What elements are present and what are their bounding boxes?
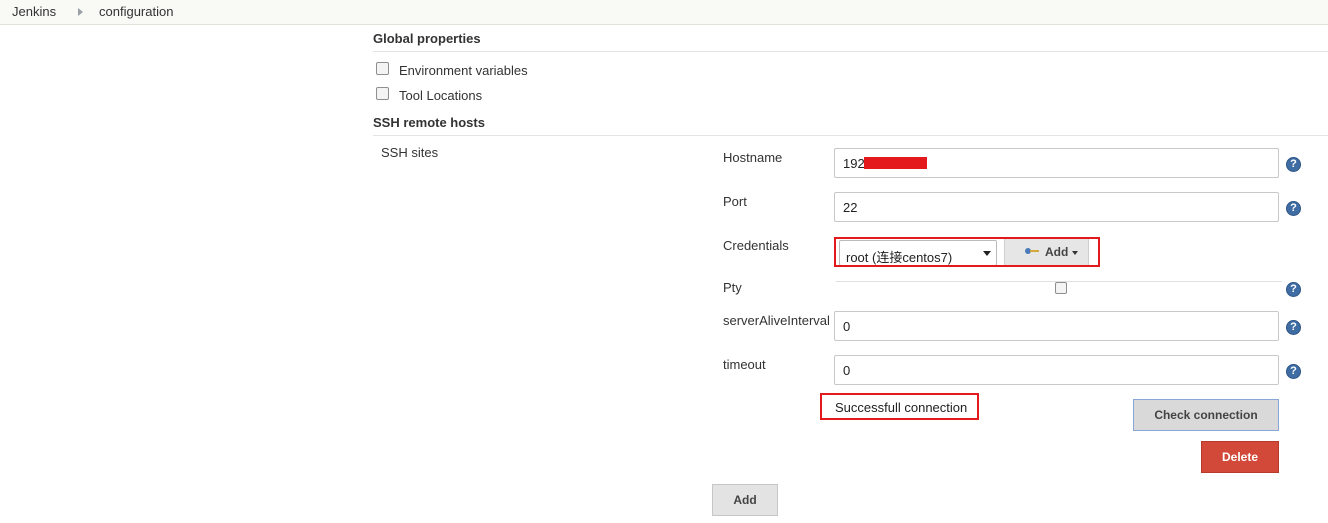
- delete-button[interactable]: Delete: [1201, 441, 1279, 473]
- env-variables-checkbox[interactable]: [376, 62, 389, 75]
- add-ssh-site-button[interactable]: Add: [712, 484, 778, 516]
- server-alive-interval-input[interactable]: 0: [834, 311, 1279, 341]
- pty-checkbox[interactable]: [1055, 282, 1067, 294]
- section-divider: [373, 135, 1328, 136]
- server-alive-interval-value: 0: [843, 319, 851, 334]
- pty-help-icon[interactable]: ?: [1286, 282, 1301, 297]
- section-divider: [373, 51, 1328, 52]
- tool-locations-label: Tool Locations: [399, 88, 483, 103]
- breadcrumb-jenkins[interactable]: Jenkins: [12, 4, 56, 19]
- port-value: 22: [843, 200, 858, 215]
- hostname-help-icon[interactable]: ?: [1286, 157, 1301, 172]
- highlight-credentials: [834, 237, 1100, 267]
- timeout-label: timeout: [723, 357, 766, 372]
- highlight-status: [820, 393, 979, 420]
- pty-label: Pty: [723, 280, 742, 295]
- env-variables-label: Environment variables: [399, 63, 528, 78]
- tool-locations-checkbox[interactable]: [376, 87, 389, 100]
- port-label: Port: [723, 194, 747, 209]
- ssh-sites-label: SSH sites: [381, 145, 439, 160]
- port-input[interactable]: 22: [834, 192, 1279, 222]
- timeout-input[interactable]: 0: [834, 355, 1279, 385]
- ssh-remote-hosts-title: SSH remote hosts: [373, 115, 485, 130]
- check-connection-button[interactable]: Check connection: [1133, 399, 1279, 431]
- breadcrumb-configuration[interactable]: configuration: [99, 4, 173, 19]
- credentials-label: Credentials: [723, 238, 789, 253]
- breadcrumb: Jenkins configuration: [0, 0, 1328, 25]
- breadcrumb-separator-icon: [78, 8, 83, 16]
- timeout-value: 0: [843, 363, 851, 378]
- server-alive-interval-help-icon[interactable]: ?: [1286, 320, 1301, 335]
- port-help-icon[interactable]: ?: [1286, 201, 1301, 216]
- hostname-label: Hostname: [723, 150, 783, 165]
- global-properties-title: Global properties: [373, 31, 481, 46]
- redaction-mark: [864, 157, 927, 169]
- timeout-help-icon[interactable]: ?: [1286, 364, 1301, 379]
- server-alive-interval-label: serverAliveInterval: [723, 313, 830, 328]
